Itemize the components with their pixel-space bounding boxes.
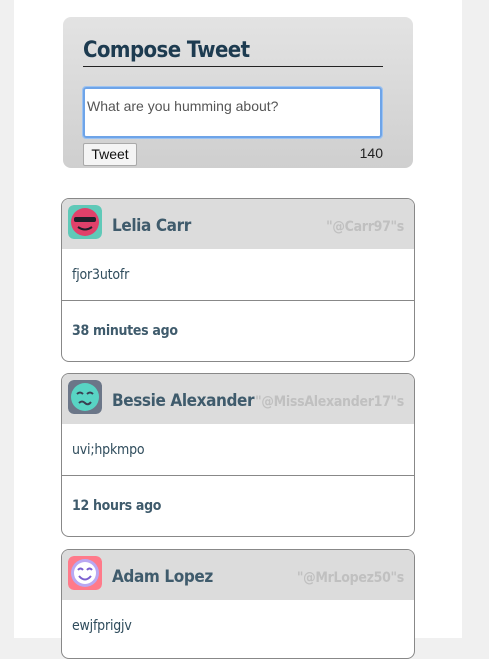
sunglasses-face-icon (68, 205, 102, 239)
tweet-input[interactable] (82, 86, 383, 139)
compose-title: Compose Tweet (83, 37, 383, 67)
tweet-button[interactable]: Tweet (83, 143, 137, 166)
author-name: Bessie Alexander (112, 391, 255, 411)
author-name: Adam Lopez (112, 567, 213, 587)
sleepy-face-icon (68, 380, 102, 414)
author-handle: "@Carr97"s (326, 219, 404, 235)
tweet-header: Adam Lopez "@MrLopez50"s (62, 550, 414, 600)
tweet-timestamp: 38 minutes ago (72, 323, 178, 339)
winking-face-icon (68, 556, 102, 590)
tweet-card: Bessie Alexander "@MissAlexander17"s uvi… (61, 373, 415, 537)
tweet-card: Lelia Carr "@Carr97"s fjor3utofr 38 minu… (61, 198, 415, 362)
tweet-header: Lelia Carr "@Carr97"s (62, 199, 414, 249)
tweet-card: Adam Lopez "@MrLopez50"s ewjfprigjv (61, 549, 415, 659)
tweet-header: Bessie Alexander "@MissAlexander17"s (62, 374, 414, 424)
author-handle: "@MissAlexander17"s (255, 394, 404, 410)
character-counter: 140 (359, 145, 383, 161)
tweet-divider (62, 475, 414, 476)
page-column: Compose Tweet Tweet 140 Lelia Carr "@Car… (14, 0, 462, 659)
author-handle: "@MrLopez50"s (296, 570, 404, 586)
author-name: Lelia Carr (112, 216, 191, 236)
tweet-divider (62, 300, 414, 301)
tweet-text: ewjfprigjv (72, 618, 132, 634)
tweet-text: uvi;hpkmpo (72, 442, 145, 458)
compose-tweet-panel: Compose Tweet Tweet 140 (63, 17, 413, 168)
tweet-text: fjor3utofr (72, 267, 130, 283)
tweet-timestamp: 12 hours ago (72, 498, 162, 514)
